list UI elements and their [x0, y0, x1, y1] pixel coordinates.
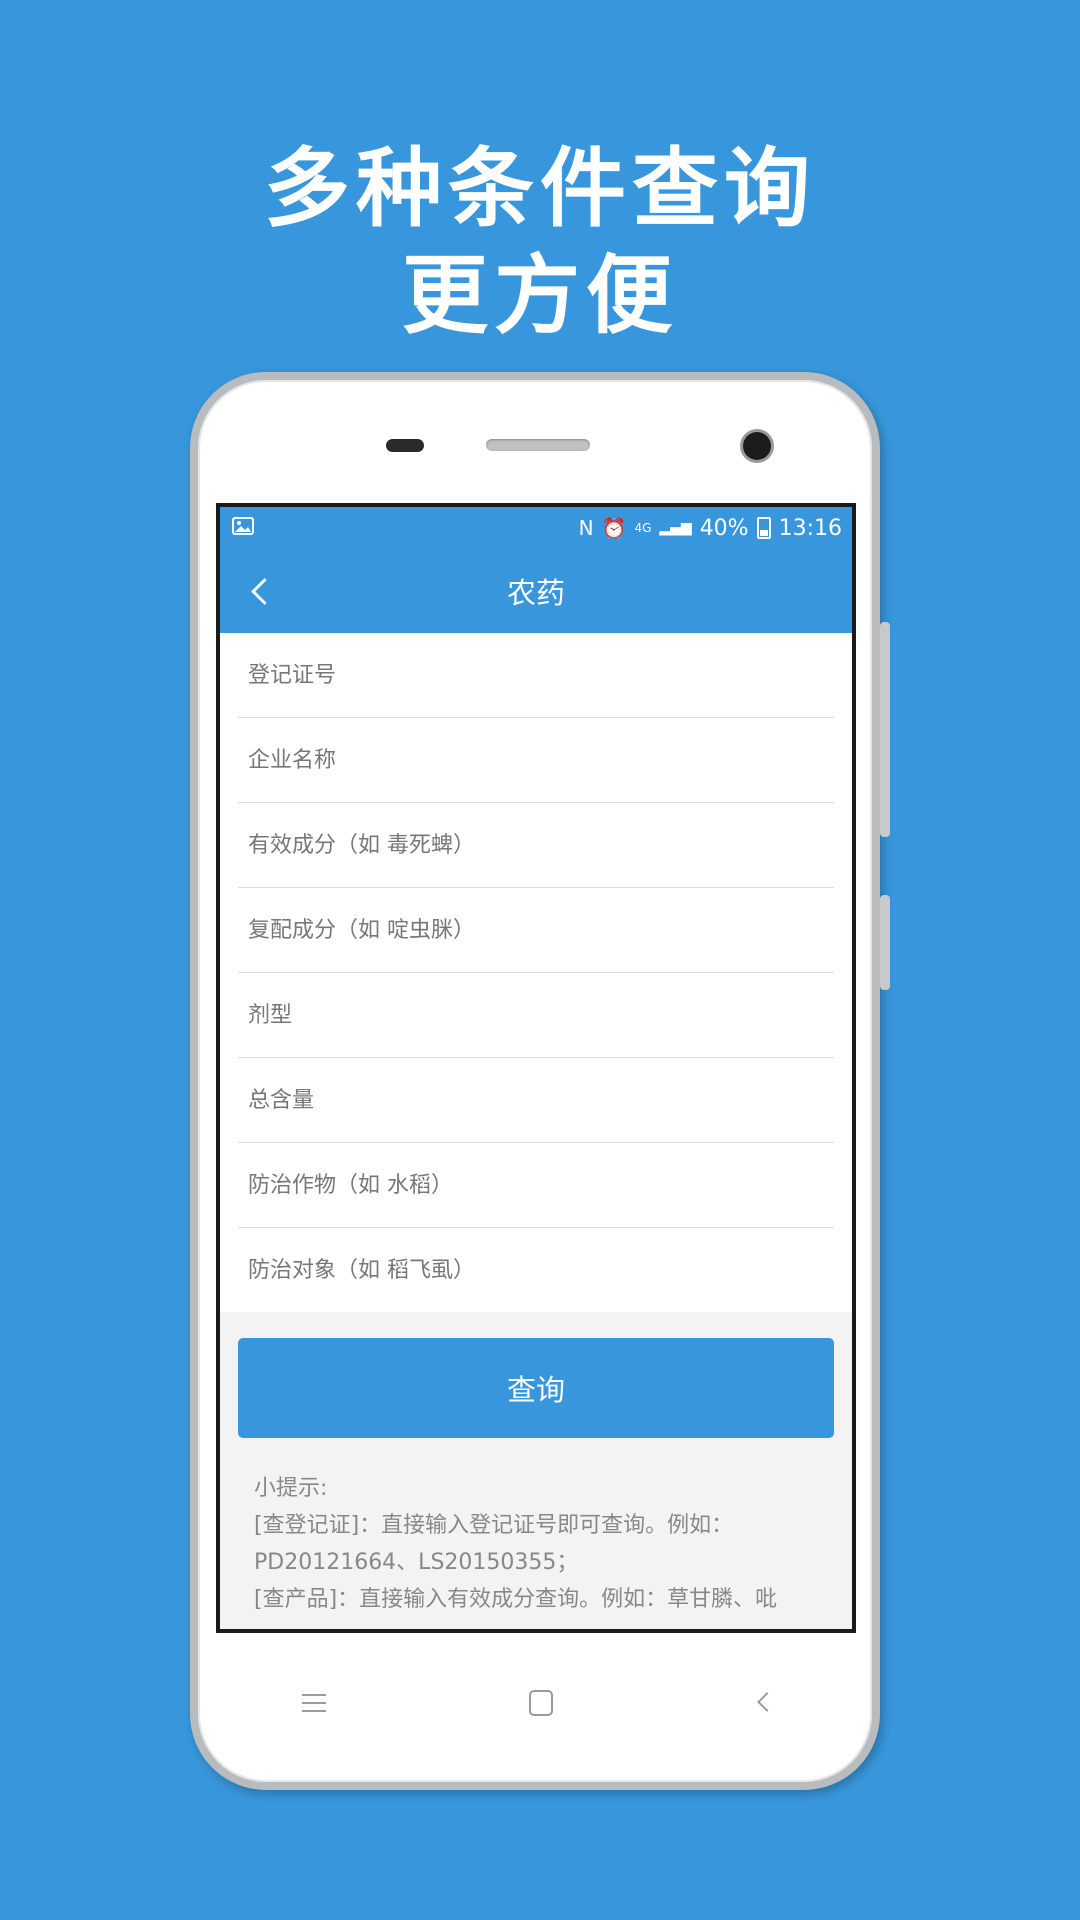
power-button: [880, 895, 890, 990]
target-crop-input[interactable]: [238, 1155, 834, 1215]
field-target-crop: [238, 1143, 834, 1228]
status-bar: N ⏰ 4G ▂▄▆ 40% 13:16: [220, 507, 852, 549]
network-type: 4G: [634, 521, 652, 535]
field-target-pest: [238, 1228, 834, 1312]
tips-line: [查产品]：直接输入有效成分查询。例如：草甘膦、吡: [254, 1587, 778, 1612]
battery-percent: 40%: [699, 515, 749, 541]
field-active-ingredient: [238, 803, 834, 888]
field-formulation: [238, 973, 834, 1058]
app-header: 农药: [220, 549, 852, 633]
target-pest-input[interactable]: [238, 1240, 834, 1300]
earpiece-speaker: [486, 439, 590, 451]
battery-icon: [756, 517, 771, 539]
company-name-input[interactable]: [238, 730, 834, 790]
field-registration-number: [238, 633, 834, 718]
promo-headline-line2: 更方便: [402, 246, 678, 346]
total-content-input[interactable]: [238, 1070, 834, 1130]
phone-screen: N ⏰ 4G ▂▄▆ 40% 13:16 农药 登记证号 企业名称 有效成分（如…: [216, 503, 856, 1633]
formulation-input[interactable]: [238, 985, 834, 1045]
menu-icon[interactable]: [302, 1694, 326, 1712]
image-icon: [232, 516, 254, 540]
tips-line: [查登记证]：直接输入登记证号即可查询。例如：: [254, 1513, 734, 1538]
sensor: [386, 439, 424, 452]
field-total-content: [238, 1058, 834, 1143]
registration-number-input[interactable]: [238, 645, 834, 705]
tips-title: 小提示:: [254, 1476, 328, 1501]
field-compound-ingredient: [238, 888, 834, 973]
status-time: 13:16: [778, 515, 842, 541]
chevron-left-icon[interactable]: [240, 571, 280, 611]
back-icon[interactable]: [757, 1692, 777, 1712]
softkey-bar: [190, 1680, 880, 1730]
home-icon[interactable]: [529, 1690, 553, 1716]
signal-icon: ▂▄▆: [659, 520, 692, 536]
active-ingredient-input[interactable]: [238, 815, 834, 875]
tips-line: PD20121664、LS20150355；: [254, 1550, 579, 1575]
alarm-icon: ⏰: [601, 516, 627, 540]
field-company-name: [238, 718, 834, 803]
search-form: [220, 633, 852, 1312]
compound-ingredient-input[interactable]: [238, 900, 834, 960]
tips-section: 小提示: [查登记证]：直接输入登记证号即可查询。例如： PD20121664、…: [220, 1438, 852, 1618]
query-button[interactable]: 查询: [238, 1338, 834, 1438]
volume-button: [880, 622, 890, 837]
front-camera: [743, 432, 771, 460]
nfc-icon: N: [578, 516, 594, 540]
page-title: 农药: [506, 576, 565, 610]
